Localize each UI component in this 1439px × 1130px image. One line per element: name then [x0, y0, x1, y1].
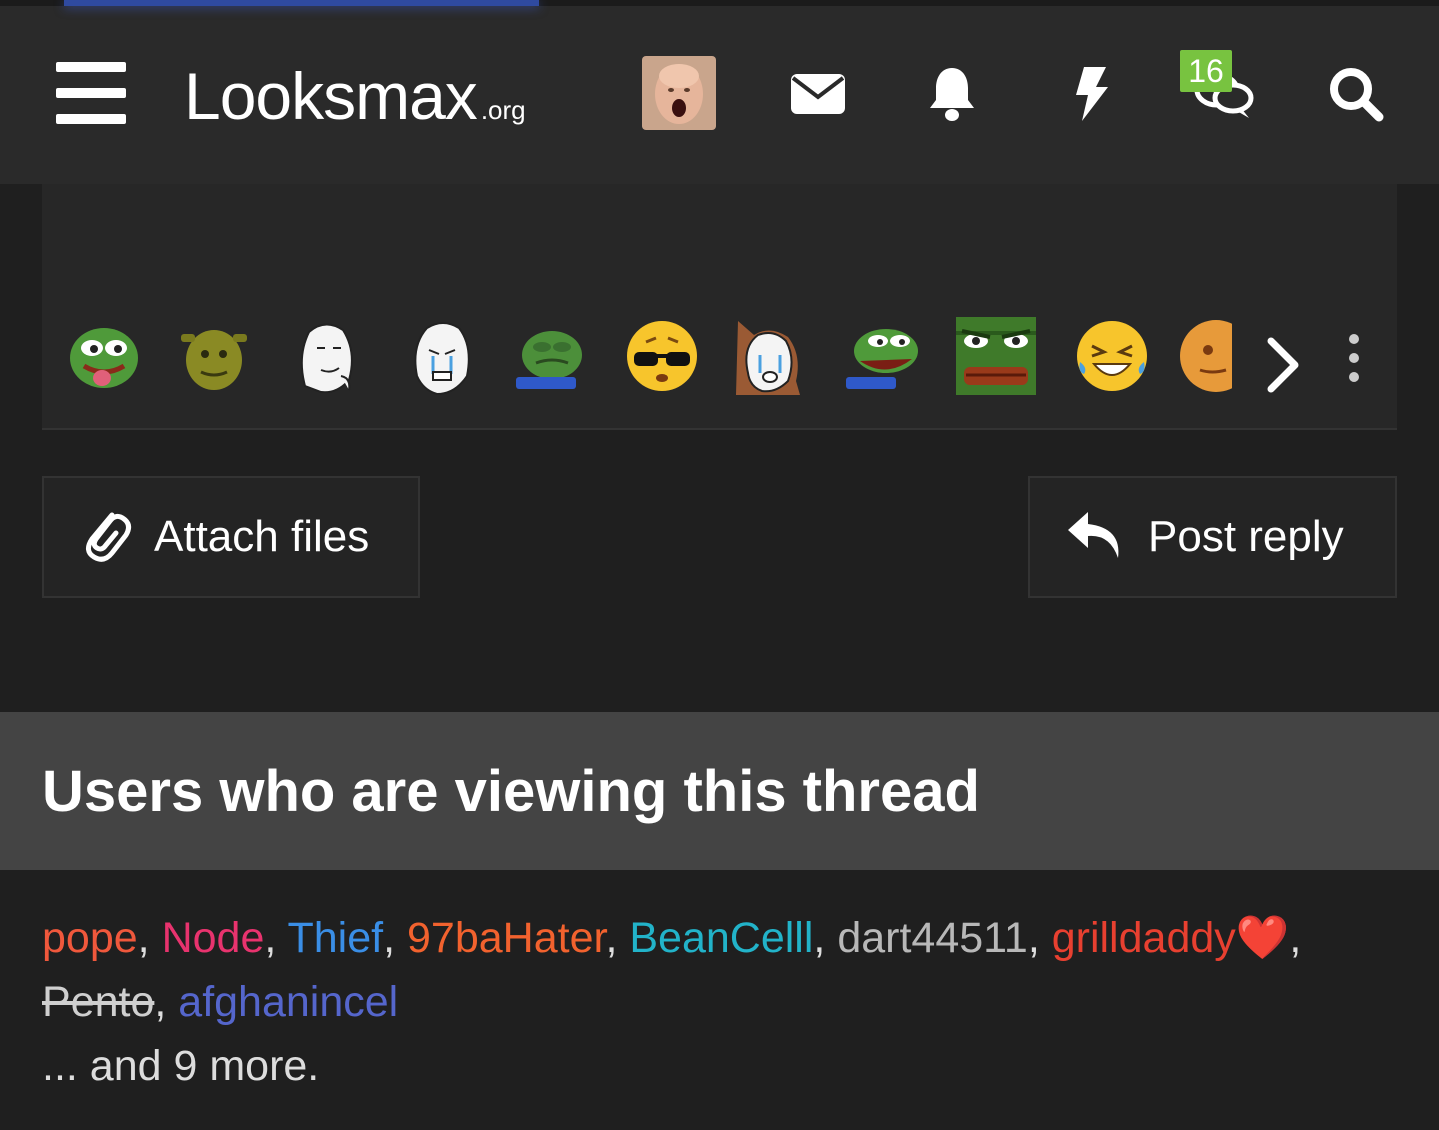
separator: , — [137, 914, 162, 962]
site-logo[interactable]: Looksmax .org — [184, 58, 526, 133]
emoji-wojak-hood-cry[interactable] — [728, 314, 812, 398]
logo-tld: .org — [480, 95, 526, 125]
separator: , — [264, 914, 288, 962]
viewer-user-link[interactable]: grilldaddy — [1052, 914, 1236, 962]
emoji-shrek[interactable] — [172, 314, 256, 398]
viewer-user-link[interactable]: Node — [162, 914, 265, 962]
emoji-row — [62, 314, 1312, 404]
post-reply-label: Post reply — [1148, 512, 1344, 561]
separator: , — [383, 914, 408, 962]
attach-files-label: Attach files — [154, 512, 370, 561]
top-navigation-bar: Looksmax .org 16 — [0, 0, 1439, 184]
viewer-user-link[interactable]: 97baHater — [407, 914, 605, 962]
page-progress-track — [0, 0, 1439, 6]
viewers-title: Users who are viewing this thread — [42, 758, 980, 824]
separator: , — [605, 914, 630, 962]
viewer-user-link[interactable]: dart44511 — [837, 914, 1027, 962]
emoji-wojak-cry[interactable] — [400, 314, 484, 398]
emoji-pepe-mad[interactable] — [954, 314, 1038, 398]
emoji-pepe-tongue[interactable] — [62, 314, 146, 398]
reply-arrow-icon — [1066, 508, 1126, 567]
envelope-icon[interactable] — [786, 64, 850, 124]
emoji-wojak-smirk[interactable] — [284, 314, 368, 398]
separator: , — [1289, 914, 1302, 962]
user-avatar[interactable] — [642, 56, 716, 130]
bell-icon[interactable] — [920, 64, 984, 124]
attach-files-button[interactable]: Attach files — [42, 476, 420, 598]
logo-text: Looksmax — [184, 59, 478, 133]
notification-badge: 16 — [1180, 50, 1232, 92]
hamburger-icon[interactable] — [56, 62, 126, 124]
search-icon[interactable] — [1324, 64, 1388, 124]
post-reply-button[interactable]: Post reply — [1028, 476, 1397, 598]
emoji-laugh-cry[interactable] — [1070, 314, 1154, 398]
emoji-sunglasses-blush[interactable] — [620, 314, 704, 398]
viewer-user-link[interactable]: Pento — [42, 978, 154, 1026]
viewers-header: Users who are viewing this thread — [0, 712, 1439, 870]
separator: , — [1027, 914, 1052, 962]
bolt-icon[interactable] — [1058, 64, 1122, 124]
vertical-dots-icon[interactable] — [1340, 328, 1368, 388]
paperclip-icon — [82, 505, 132, 570]
viewer-user-link[interactable]: pope — [42, 914, 138, 962]
separator: , — [154, 978, 179, 1026]
emoji-pepe-laugh[interactable] — [840, 314, 924, 398]
viewers-list: pope, Node, Thief, 97baHater, BeanCelll,… — [42, 906, 1402, 1098]
viewer-user-link[interactable]: BeanCelll — [629, 914, 813, 962]
chevron-right-icon[interactable] — [1258, 330, 1308, 400]
user-list: pope, Node, Thief, 97baHater, BeanCelll,… — [42, 914, 1301, 1026]
viewer-user-link[interactable]: afghanincel — [178, 978, 398, 1026]
viewer-user-link[interactable]: Thief — [288, 914, 384, 962]
heart-icon: ❤️ — [1235, 914, 1290, 962]
more-viewers-text: ... and 9 more. — [42, 1042, 320, 1090]
separator: , — [813, 914, 838, 962]
emoji-pepe-sad[interactable] — [508, 314, 592, 398]
emoji-orange-face[interactable] — [1176, 314, 1232, 398]
page-progress-fill — [64, 0, 539, 6]
